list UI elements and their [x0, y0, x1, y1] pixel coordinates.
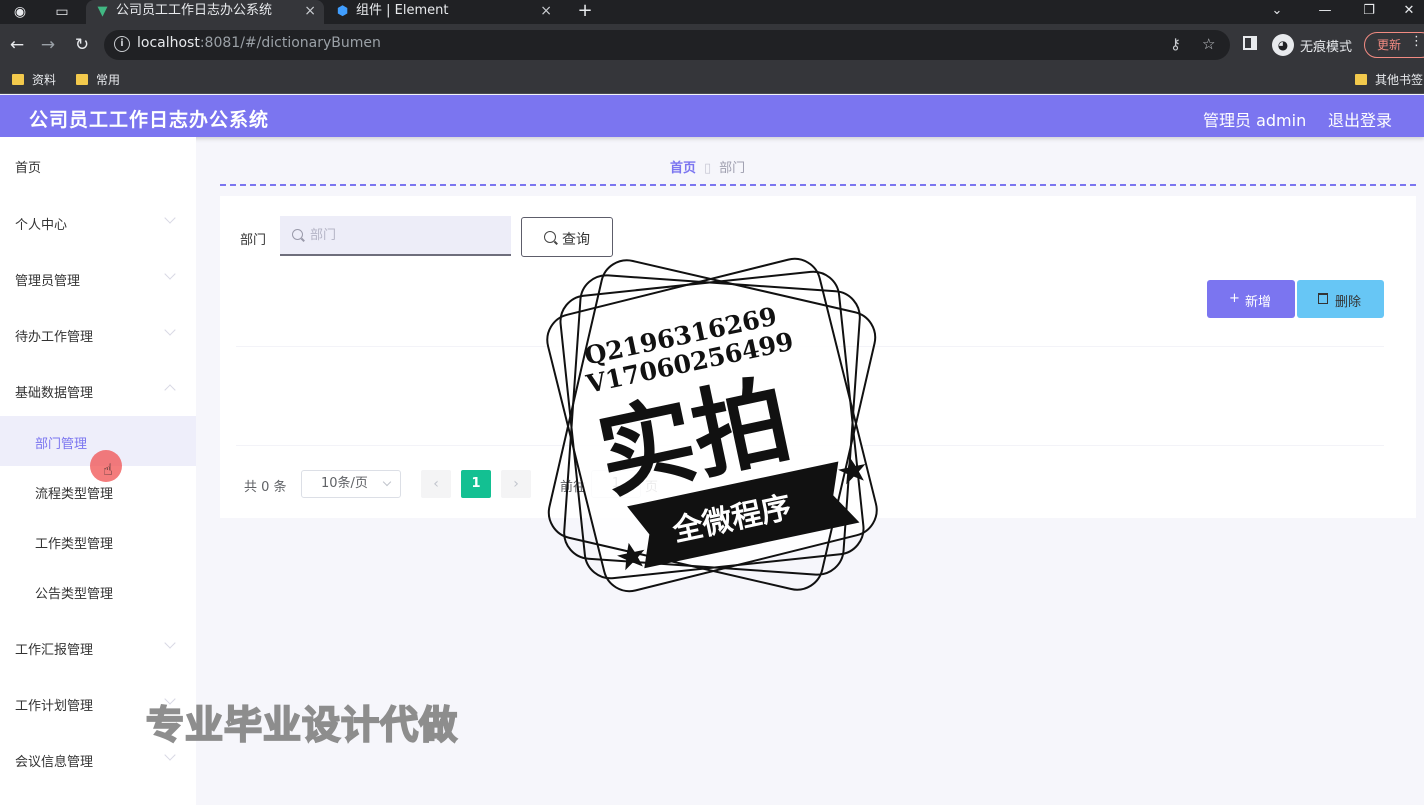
sidebar-item-profile[interactable]: 个人中心: [0, 198, 196, 246]
reload-icon[interactable]: ↻: [70, 33, 94, 57]
close-icon[interactable]: ×: [304, 0, 316, 22]
new-tab-icon[interactable]: +: [574, 0, 596, 24]
department-search-input[interactable]: [280, 216, 511, 256]
current-user: 管理员 admin: [1203, 111, 1307, 130]
restore-icon[interactable]: ❐: [1354, 0, 1384, 24]
chevron-down-icon: [164, 324, 176, 336]
incognito-icon: ◕: [1272, 34, 1294, 56]
close-icon[interactable]: ×: [540, 0, 552, 22]
chevron-down-icon[interactable]: ⌄: [1262, 0, 1292, 24]
star-icon[interactable]: ☆: [1202, 35, 1215, 53]
element-icon: ⬢: [336, 4, 349, 19]
breadcrumb-home[interactable]: 首页: [670, 161, 696, 176]
minimize-icon[interactable]: —: [1310, 0, 1340, 24]
chevron-down-icon: [164, 749, 176, 761]
app-title: 公司员工工作日志办公系统: [29, 109, 270, 131]
search-icon: [292, 229, 303, 240]
sidebar-item-todo[interactable]: 待办工作管理: [0, 310, 196, 358]
info-icon[interactable]: i: [114, 36, 130, 52]
page-number[interactable]: 1: [461, 470, 491, 498]
tab-active[interactable]: ▼ 公司员工工作日志办公系统 ×: [86, 0, 324, 24]
trash-icon: [1318, 293, 1328, 304]
tab-search-icon[interactable]: ▭: [50, 2, 74, 22]
more-icon[interactable]: ⋮: [1410, 34, 1423, 49]
pagination-total: 共 0 条: [244, 480, 287, 495]
tab-title: 公司员工工作日志办公系统: [116, 3, 273, 18]
chevron-down-icon: [164, 268, 176, 280]
logout-link[interactable]: 退出登录: [1328, 107, 1392, 131]
chevron-up-icon: [164, 384, 176, 396]
page-size-select[interactable]: 10条/页: [301, 470, 401, 498]
forward-icon[interactable]: →: [36, 33, 60, 57]
vue-icon: ▼: [97, 4, 108, 19]
breadcrumb-current: 部门: [719, 161, 746, 176]
other-bookmarks[interactable]: 其他书签: [1353, 70, 1423, 90]
back-icon[interactable]: ←: [5, 33, 29, 57]
sidebar-item-notice-type[interactable]: 公告类型管理: [0, 566, 196, 616]
folder-icon: [12, 74, 24, 85]
app-header: 公司员工工作日志办公系统 管理员 admin 退出登录: [0, 95, 1424, 137]
hand-cursor-icon: ☝: [103, 460, 113, 479]
plus-icon: +: [1229, 291, 1240, 306]
chevron-down-icon: [164, 212, 176, 224]
search-label: 部门: [240, 233, 267, 248]
side-panel-icon[interactable]: [1243, 36, 1257, 50]
bookmark-folder[interactable]: 常用: [74, 70, 120, 90]
bookmarks-bar: 资料 常用 其他书签: [0, 66, 1424, 94]
incognito-label: 无痕模式: [1300, 40, 1353, 55]
url-text: localhost:8081/#/dictionaryBumen: [137, 35, 381, 51]
sidebar-item-admins[interactable]: 管理员管理: [0, 254, 196, 302]
sidebar-item-work-report[interactable]: 工作汇报管理: [0, 623, 196, 671]
folder-icon: [1355, 74, 1367, 85]
breadcrumb-separator-icon: ▯: [704, 161, 712, 176]
watermark-stamp: Q2196316269 V17060256499 实拍 全微程序: [546, 257, 878, 593]
chevron-down-icon: [164, 637, 176, 649]
close-window-icon[interactable]: ✕: [1394, 0, 1424, 24]
bookmark-folder[interactable]: 资料: [10, 70, 56, 90]
browser-tab-bar: ◉ ▭ ▼ 公司员工工作日志办公系统 × ⬢ 组件 | Element × + …: [0, 0, 1424, 24]
chevron-down-icon: [382, 477, 392, 487]
delete-button[interactable]: 删除: [1297, 280, 1384, 318]
folder-icon: [76, 74, 88, 85]
divider: [220, 184, 1416, 186]
prev-page-button[interactable]: ‹: [421, 470, 451, 498]
browser-menu-icon[interactable]: ◉: [8, 2, 32, 22]
breadcrumb: 首页 ▯ 部门: [670, 157, 745, 176]
key-icon[interactable]: ⚷: [1170, 35, 1181, 53]
tab-title: 组件 | Element: [356, 3, 449, 18]
url-field[interactable]: i localhost:8081/#/dictionaryBumen ⚷ ☆: [104, 30, 1230, 60]
add-button[interactable]: + 新增: [1207, 280, 1295, 318]
address-bar: ← → ↻ i localhost:8081/#/dictionaryBumen…: [0, 24, 1424, 66]
tab-element[interactable]: ⬢ 组件 | Element ×: [326, 0, 560, 24]
watermark-bottom-text: 专业毕业设计代做: [145, 702, 459, 748]
sidebar-item-basic-data[interactable]: 基础数据管理: [0, 366, 196, 414]
sidebar-item-home[interactable]: 首页: [0, 141, 196, 189]
sidebar-item-work-type[interactable]: 工作类型管理: [0, 516, 196, 566]
